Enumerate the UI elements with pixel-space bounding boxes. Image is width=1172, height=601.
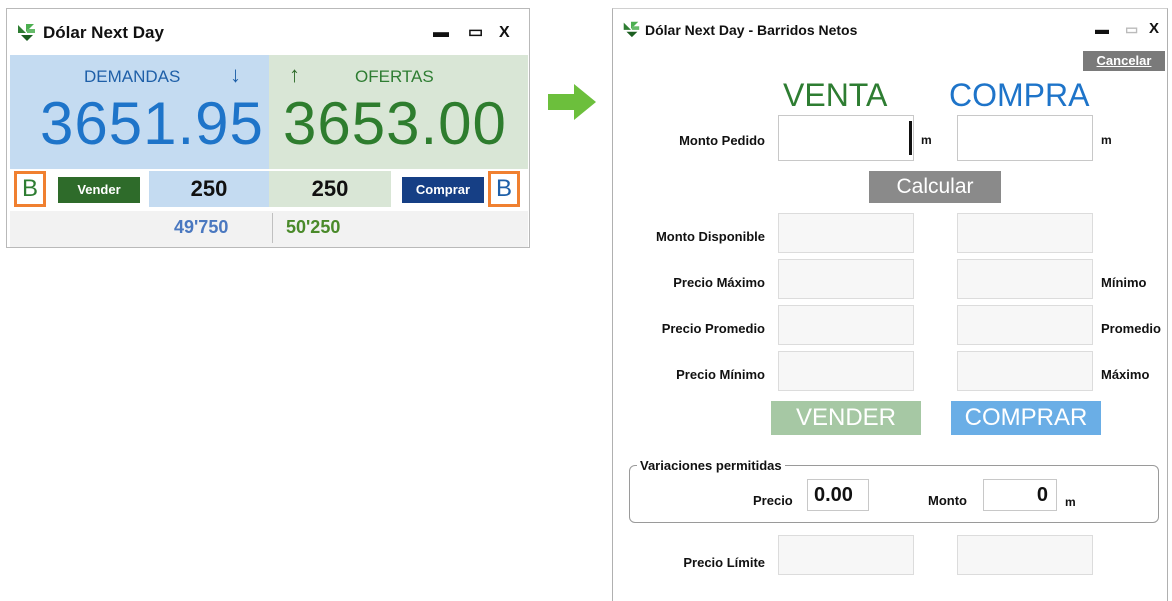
comprar-button[interactable]: Comprar: [402, 177, 484, 203]
unit-m: m: [1065, 495, 1076, 509]
calcular-button[interactable]: Calcular: [869, 171, 1001, 203]
ask-price: 3653.00: [283, 90, 507, 157]
precio-label: Precio: [753, 493, 793, 508]
monto-disponible-venta-field: [778, 213, 914, 253]
close-button[interactable]: X: [499, 25, 510, 41]
quote-panel: DEMANDAS ↓ 3651.95 ↑ OFERTAS 3653.00 B V…: [10, 55, 528, 247]
app-logo-icon: [621, 19, 641, 39]
close-button[interactable]: X: [1149, 21, 1159, 37]
dolar-next-day-window: Dólar Next Day ▬ ▭ X DEMANDAS ↓ 3651.95 …: [6, 8, 530, 248]
monto-disponible-label: Monto Disponible: [655, 229, 765, 244]
demandas-panel: DEMANDAS ↓ 3651.95: [10, 55, 269, 169]
ask-total: 50'250: [286, 217, 341, 237]
precio-minimo-label: Precio Mínimo: [676, 367, 765, 382]
window-title: Dólar Next Day: [43, 23, 164, 42]
precio-promedio-compra-field: [957, 305, 1093, 345]
bid-total: 49'750: [174, 217, 229, 237]
maximize-button[interactable]: ▭: [468, 25, 483, 41]
monto-pedido-venta-input[interactable]: [778, 115, 914, 161]
precio-minimo-venta-field: [778, 351, 914, 391]
window-title: Dólar Next Day - Barridos Netos: [645, 22, 858, 38]
sweep-buy-button[interactable]: B: [488, 171, 520, 207]
promedio-label: Promedio: [1101, 321, 1161, 336]
cancel-button[interactable]: Cancelar: [1083, 51, 1165, 71]
precio-limite-venta-input[interactable]: [778, 535, 914, 575]
precio-variacion-input[interactable]: 0.00: [807, 479, 869, 511]
unit-m: m: [921, 133, 932, 147]
barridos-netos-window: Dólar Next Day - Barridos Netos ▬ ▭ X Ca…: [612, 8, 1168, 601]
text-cursor: [909, 121, 912, 155]
monto-variacion-input[interactable]: 0: [983, 479, 1057, 511]
precio-minimo-compra-field: [957, 259, 1093, 299]
minimize-button[interactable]: ▬: [433, 25, 449, 41]
maximize-button[interactable]: ▭: [1125, 21, 1138, 37]
precio-maximo-compra-field: [957, 351, 1093, 391]
arrow-down-icon: ↓: [230, 62, 241, 87]
variaciones-group: [629, 465, 1159, 523]
cancel-label: Cancelar: [1096, 53, 1152, 68]
unit-m: m: [1101, 133, 1112, 147]
variaciones-title: Variaciones permitidas: [637, 458, 785, 473]
title-bar: Dólar Next Day ▬ ▭ X: [7, 9, 529, 55]
precio-promedio-venta-field: [778, 305, 914, 345]
ofertas-panel: ↑ OFERTAS 3653.00: [269, 55, 528, 169]
ofertas-label: OFERTAS: [355, 67, 434, 86]
comprar-button[interactable]: COMPRAR: [951, 401, 1101, 435]
sweep-sell-button[interactable]: B: [14, 171, 46, 207]
arrow-up-icon: ↑: [289, 62, 300, 87]
minimo-label: Mínimo: [1101, 275, 1147, 290]
vender-button[interactable]: Vender: [58, 177, 140, 203]
precio-maximo-venta-field: [778, 259, 914, 299]
demandas-label: DEMANDAS: [84, 67, 181, 86]
precio-promedio-label: Precio Promedio: [661, 321, 765, 336]
compra-header: COMPRA: [949, 77, 1090, 113]
divider: [272, 213, 273, 243]
venta-header: VENTA: [783, 77, 888, 113]
precio-maximo-label: Precio Máximo: [673, 275, 765, 290]
bid-quantity-input[interactable]: 250: [149, 171, 269, 207]
monto-label: Monto: [928, 493, 967, 508]
arrow-right-icon: [548, 84, 596, 120]
precio-limite-compra-input[interactable]: [957, 535, 1093, 575]
maximo-label: Máximo: [1101, 367, 1150, 382]
monto-pedido-compra-input[interactable]: [957, 115, 1093, 161]
monto-pedido-label: Monto Pedido: [679, 133, 765, 148]
totals-row: 49'750 50'250: [10, 211, 528, 247]
bid-price: 3651.95: [40, 90, 264, 157]
vender-button[interactable]: VENDER: [771, 401, 921, 435]
precio-limite-label: Precio Límite: [683, 555, 765, 570]
minimize-button[interactable]: ▬: [1095, 21, 1109, 37]
monto-disponible-compra-field: [957, 213, 1093, 253]
quantity-row: B Vender 250 250 Comprar B: [10, 169, 528, 209]
ask-quantity-input[interactable]: 250: [269, 171, 391, 207]
app-logo-icon: [16, 22, 36, 42]
